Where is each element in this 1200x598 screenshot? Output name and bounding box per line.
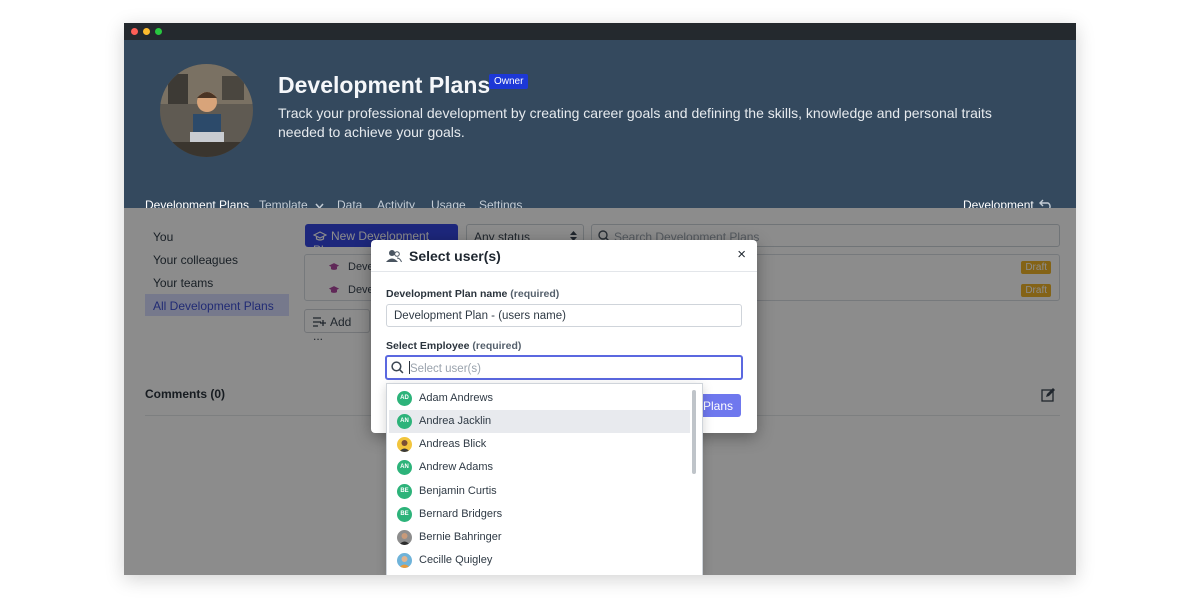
avatar: BE — [397, 507, 412, 522]
user-name: Benjamin Curtis — [419, 485, 497, 497]
user-name: Bernard Bridgers — [419, 508, 503, 520]
list-item[interactable]: AN Andrea Jacklin — [389, 410, 690, 433]
page-description: Track your professional development by c… — [278, 105, 992, 140]
close-window-dot[interactable] — [131, 28, 138, 35]
owner-badge: Owner — [489, 74, 529, 89]
list-item[interactable]: AD Adam Andrews — [389, 387, 690, 410]
avatar: AN — [397, 460, 412, 475]
users-icon — [386, 250, 402, 263]
list-item[interactable]: AN Andrew Adams — [389, 456, 690, 479]
modal-title: Select user(s) — [409, 248, 501, 264]
avatar — [397, 530, 412, 545]
avatar: AN — [397, 414, 412, 429]
avatar: AD — [397, 391, 412, 406]
page-title: Development Plans — [278, 72, 491, 98]
user-name: Cecille Quigley — [419, 554, 493, 566]
minimize-window-dot[interactable] — [143, 28, 150, 35]
list-item[interactable]: BE Bernard Bridgers — [389, 503, 690, 526]
user-name: Adam Andrews — [419, 392, 493, 404]
list-item[interactable]: Cecille Quigley — [389, 549, 690, 572]
plan-name-label: Development Plan name (required) — [386, 288, 559, 300]
user-name: Andreas Blick — [419, 438, 487, 450]
list-item[interactable]: Andreas Blick — [389, 433, 690, 456]
required-marker: (required) — [510, 288, 560, 300]
employee-label: Select Employee (required) — [386, 340, 521, 352]
close-icon[interactable]: × — [737, 246, 746, 263]
modal-header-divider — [371, 271, 757, 272]
page-header: Development Plans Owner Track your profe… — [124, 40, 1076, 224]
avatar — [397, 553, 412, 568]
employee-search-input[interactable]: Select user(s) — [385, 355, 743, 380]
header-avatar — [160, 64, 253, 157]
search-icon — [391, 361, 404, 374]
list-item[interactable]: Bernie Bahringer — [389, 526, 690, 549]
user-dropdown: AD Adam Andrews AN Andrea Jacklin Andrea… — [386, 383, 703, 575]
app-window: Development Plans Owner Track your profe… — [124, 23, 1076, 575]
maximize-window-dot[interactable] — [155, 28, 162, 35]
plan-name-label-text: Development Plan name — [386, 288, 508, 300]
employee-search-placeholder: Select user(s) — [410, 363, 481, 375]
window-titlebar — [124, 23, 1076, 40]
user-name: Bernie Bahringer — [419, 531, 502, 543]
avatar: BE — [397, 484, 412, 499]
list-item[interactable]: BE Benjamin Curtis — [389, 480, 690, 503]
employee-label-text: Select Employee — [386, 340, 470, 352]
avatar — [397, 437, 412, 452]
user-name: Andrea Jacklin — [419, 415, 492, 427]
user-name: Andrew Adams — [419, 461, 493, 473]
dropdown-scrollbar[interactable] — [692, 390, 696, 474]
required-marker: (required) — [472, 340, 522, 352]
plan-name-input[interactable]: Development Plan - (users name) — [386, 304, 742, 327]
